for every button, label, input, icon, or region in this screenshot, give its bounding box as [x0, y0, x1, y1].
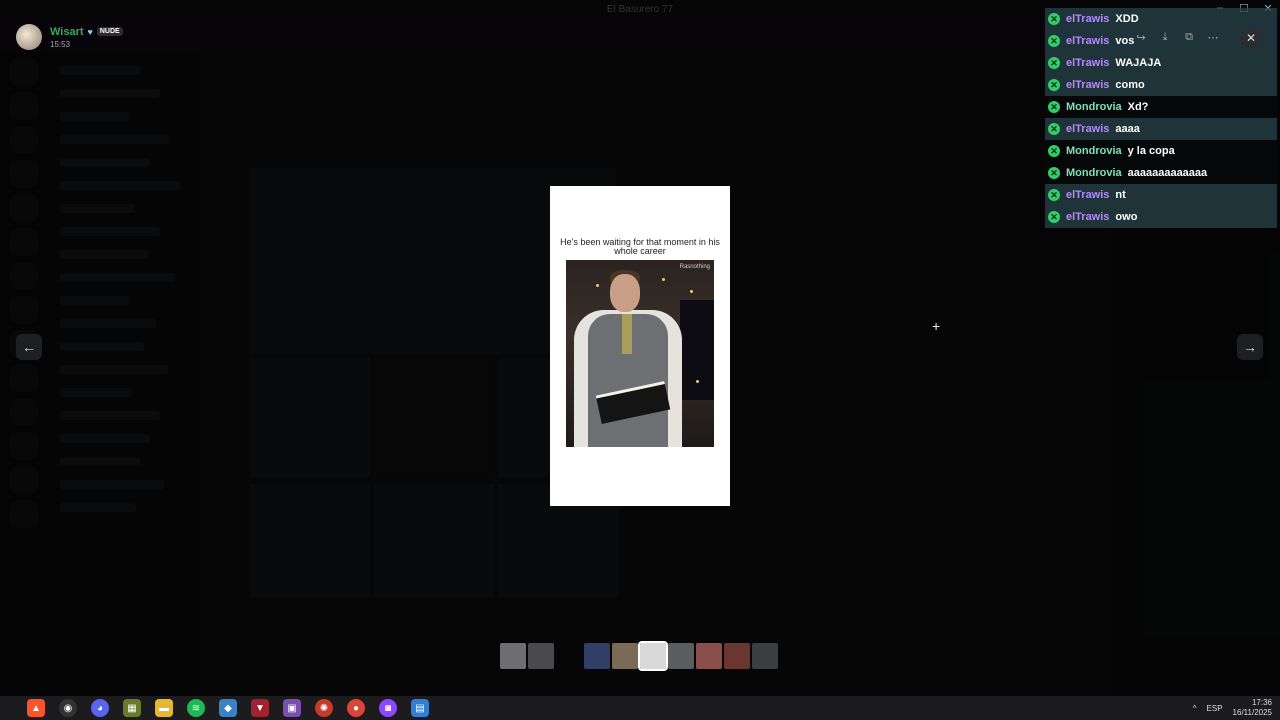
- chat-text: aaaaaaaaaaaaa: [1127, 167, 1208, 179]
- chat-username[interactable]: Mondrovia: [1066, 101, 1122, 113]
- user-status-icon: ✕: [1048, 79, 1060, 91]
- media-viewer-image[interactable]: He's been waiting for that moment in his…: [550, 186, 730, 506]
- thumbnail[interactable]: [752, 643, 778, 669]
- clock[interactable]: 17:36 16/11/2025: [1233, 698, 1272, 718]
- chat-username[interactable]: Mondrovia: [1066, 145, 1122, 157]
- thumbnail[interactable]: [696, 643, 722, 669]
- app2-icon[interactable]: ▣: [283, 699, 301, 717]
- thumbnail[interactable]: [724, 643, 750, 669]
- game-icon[interactable]: ▦: [123, 699, 141, 717]
- user-status-icon: ✕: [1048, 57, 1060, 69]
- chat-text: WAJAJA: [1115, 57, 1162, 69]
- download-icon[interactable]: ⤓: [1157, 31, 1173, 44]
- spotify-icon[interactable]: ≋: [187, 699, 205, 717]
- chat-text: nt: [1115, 189, 1126, 201]
- thumbnail[interactable]: [500, 643, 526, 669]
- viewer-toolbar: ↪ ⤓ ⧉ ⋯: [1133, 22, 1221, 52]
- chat-message: ✕ elTrawis como: [1045, 74, 1277, 96]
- chat-username[interactable]: elTrawis: [1066, 13, 1109, 25]
- chat-message: ✕ Mondrovia y la copa: [1045, 140, 1277, 162]
- brave-icon[interactable]: ▲: [27, 699, 45, 717]
- previous-arrow-icon[interactable]: ←: [16, 334, 42, 360]
- next-arrow-icon[interactable]: →: [1237, 334, 1263, 360]
- user-status-icon: ✕: [1048, 123, 1060, 135]
- user-status-icon: ✕: [1048, 145, 1060, 157]
- chat-text: como: [1115, 79, 1145, 91]
- chat-message: ✕ elTrawis nt: [1045, 184, 1277, 206]
- user-status-icon: ✕: [1048, 101, 1060, 113]
- notepad-icon[interactable]: ▤: [411, 699, 429, 717]
- close-viewer-icon[interactable]: ✕: [1240, 27, 1262, 49]
- chat-username[interactable]: elTrawis: [1066, 211, 1109, 223]
- chat-message: ✕ Mondrovia Xd?: [1045, 96, 1277, 118]
- user-status-icon: ✕: [1048, 189, 1060, 201]
- chat-message: ✕ Mondrovia aaaaaaaaaaaaa: [1045, 162, 1277, 184]
- discord-icon[interactable]: ◕: [91, 699, 109, 717]
- obs-icon[interactable]: ◉: [59, 699, 77, 717]
- upload-time: 15:53: [50, 39, 71, 49]
- forward-icon[interactable]: ↪: [1133, 31, 1149, 44]
- chat-username[interactable]: Mondrovia: [1066, 167, 1122, 179]
- thumbnail[interactable]: [612, 643, 638, 669]
- crosshair-cursor-icon: +: [932, 318, 941, 334]
- more-icon[interactable]: ⋯: [1205, 31, 1221, 44]
- chat-text: Xd?: [1127, 101, 1149, 113]
- thumbnail[interactable]: [528, 643, 554, 669]
- uploader-badge: NUDE: [96, 27, 123, 36]
- avatar[interactable]: [16, 24, 42, 50]
- chat-text: owo: [1115, 211, 1138, 223]
- thumbnail[interactable]: [668, 643, 694, 669]
- game2-icon[interactable]: ▼: [251, 699, 269, 717]
- chat-username[interactable]: elTrawis: [1066, 79, 1109, 91]
- twitch-icon[interactable]: ◙: [379, 699, 397, 717]
- clock-time: 17:36: [1251, 698, 1272, 707]
- user-status-icon: ✕: [1048, 167, 1060, 179]
- image-caption: He's been waiting for that moment in his…: [560, 237, 720, 256]
- uploader-info: Wisart ♥ NUDE 15:53: [16, 24, 123, 50]
- language-indicator[interactable]: ESP: [1207, 704, 1223, 713]
- tray-chevron-icon[interactable]: ^: [1193, 704, 1197, 713]
- file-explorer-icon[interactable]: ▬: [155, 699, 173, 717]
- heart-icon: ♥: [87, 26, 93, 37]
- chat-text: aaaa: [1115, 123, 1140, 135]
- chat-message: ✕ elTrawis owo: [1045, 206, 1277, 228]
- open-external-icon[interactable]: ⧉: [1181, 31, 1197, 44]
- chat-text: vos: [1115, 35, 1135, 47]
- clock-date: 16/11/2025: [1232, 708, 1272, 717]
- user-status-icon: ✕: [1048, 211, 1060, 223]
- user-status-icon: ✕: [1048, 13, 1060, 25]
- chat-message: ✕ elTrawis WAJAJA: [1045, 52, 1277, 74]
- app-icon[interactable]: ◆: [219, 699, 237, 717]
- thumbnail-strip: [500, 641, 778, 671]
- photo: Rasnothing: [566, 260, 714, 447]
- app3-icon[interactable]: ✺: [315, 699, 333, 717]
- taskbar: ▲ ◉ ◕ ▦ ▬ ≋ ◆ ▼ ▣ ✺ ● ◙ ▤ ^ ESP 17:36 16…: [0, 696, 1280, 720]
- thumbnail[interactable]: [584, 643, 610, 669]
- chat-username[interactable]: elTrawis: [1066, 123, 1109, 135]
- chat-username[interactable]: elTrawis: [1066, 57, 1109, 69]
- chrome-icon[interactable]: ●: [347, 699, 365, 717]
- thumbnail-selected[interactable]: [638, 641, 668, 671]
- chat-message: ✕ elTrawis aaaa: [1045, 118, 1277, 140]
- user-status-icon: ✕: [1048, 35, 1060, 47]
- chat-username[interactable]: elTrawis: [1066, 35, 1109, 47]
- chat-username[interactable]: elTrawis: [1066, 189, 1109, 201]
- chat-text: y la copa: [1127, 145, 1175, 157]
- uploader-name[interactable]: Wisart: [50, 26, 84, 38]
- watermark: Rasnothing: [679, 264, 710, 270]
